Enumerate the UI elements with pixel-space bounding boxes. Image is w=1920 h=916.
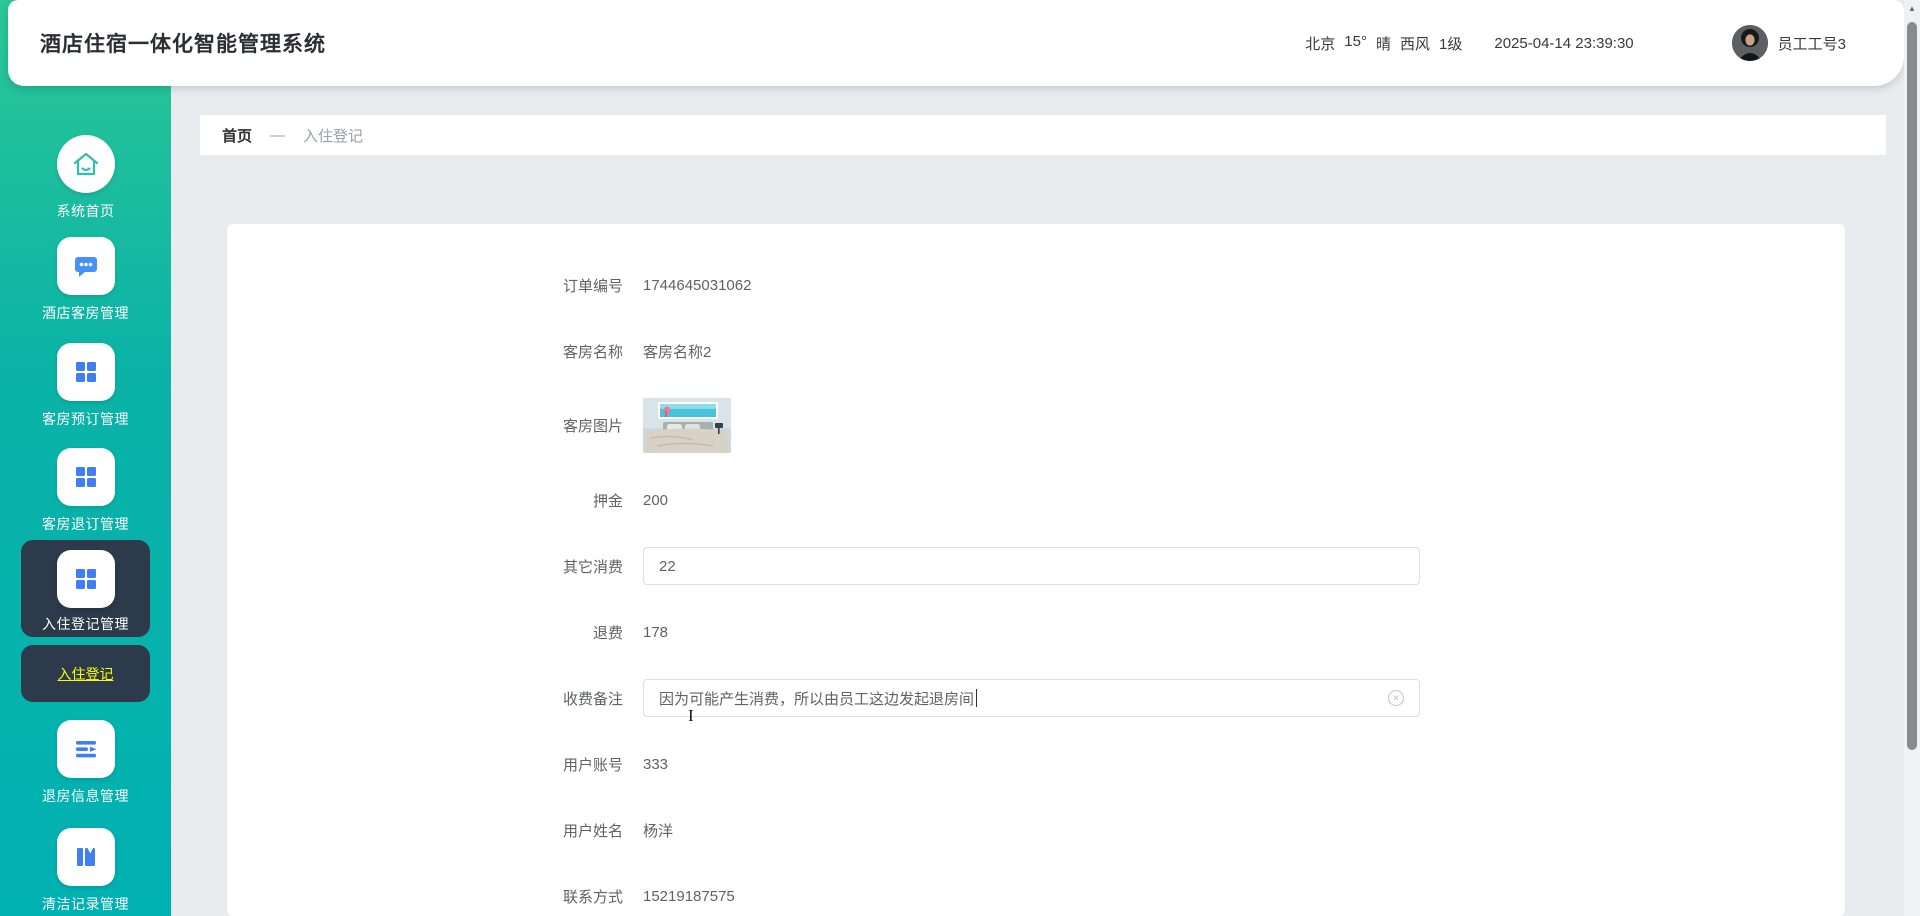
sidebar-item-room-cancellation[interactable]: 客房退订管理 — [0, 448, 171, 534]
form-row-order-number: 订单编号 1744645031062 — [227, 266, 1845, 304]
user-name-value: 杨洋 — [643, 822, 674, 840]
form-row-user-name: 用户姓名 杨洋 — [227, 811, 1845, 849]
grid-icon — [56, 343, 115, 401]
weather-condition: 晴 — [1375, 35, 1391, 53]
sidebar-item-label: 入住登记管理 — [42, 616, 129, 632]
weather-city: 北京 — [1305, 35, 1336, 53]
room-image-thumbnail[interactable] — [643, 398, 731, 453]
sidebar-item-room-booking[interactable]: 客房预订管理 — [0, 343, 171, 429]
field-label: 订单编号 — [562, 277, 623, 295]
field-label: 联系方式 — [562, 888, 623, 906]
form-row-user-account: 用户账号 333 — [227, 745, 1845, 783]
refund-value: 178 — [643, 623, 669, 641]
sidebar-item-label: 客房预订管理 — [42, 411, 129, 427]
field-label: 押金 — [592, 492, 623, 510]
order-number-value: 1744645031062 — [643, 276, 752, 294]
form-row-contact: 联系方式 15219187575 — [227, 877, 1845, 915]
weather-widget: 北京 15° 晴 西风 1级 — [1305, 33, 1462, 54]
breadcrumb-separator: — — [270, 126, 286, 144]
weather-wind: 西风 — [1400, 35, 1431, 53]
sidebar-item-label: 清洁记录管理 — [42, 896, 129, 912]
avatar[interactable] — [1731, 25, 1768, 61]
scrollbar-up-arrow[interactable]: ▲ — [1904, 4, 1920, 13]
grid-icon — [56, 448, 115, 506]
sidebar-submenu-checkin[interactable]: 入住登记 — [21, 645, 150, 702]
submenu-label: 入住登记 — [57, 665, 114, 682]
user-account-value: 333 — [643, 755, 669, 773]
app-title: 酒店住宿一体化智能管理系统 — [40, 33, 326, 56]
weather-wind-level: 1级 — [1439, 35, 1463, 53]
contact-value: 15219187575 — [643, 887, 735, 905]
charge-remark-value: 因为可能产生消费，所以由员工这边发起退房间 — [659, 690, 975, 708]
field-label: 收费备注 — [562, 690, 623, 708]
home-icon — [56, 135, 115, 193]
field-label: 其它消费 — [562, 558, 623, 576]
deposit-value: 200 — [643, 491, 669, 509]
scrollbar-thumb[interactable] — [1907, 22, 1917, 750]
current-datetime: 2025-04-14 23:39:30 — [1494, 34, 1634, 52]
sidebar-item-label: 客房退订管理 — [42, 516, 129, 532]
sidebar-item-room-management[interactable]: 酒店客房管理 — [0, 237, 171, 323]
sidebar-item-system-home[interactable]: 系统首页 — [0, 135, 171, 221]
sidebar-item-label: 退房信息管理 — [42, 788, 129, 804]
other-consumption-input[interactable]: 22 — [643, 547, 1420, 585]
sidebar: 系统首页 酒店客房管理 客房预订管理 客房退订管理 入住登记管理 入住登记 退房… — [0, 0, 171, 916]
user-menu[interactable]: 员工工号3 — [1731, 25, 1846, 61]
checkin-form-card: 订单编号 1744645031062 客房名称 客房名称2 客房图片 押金 20… — [227, 224, 1845, 916]
list-icon — [56, 720, 115, 778]
sidebar-item-checkin-management[interactable]: 入住登记管理 — [21, 540, 150, 637]
clear-input-icon[interactable]: ✕ — [1388, 690, 1404, 706]
app-header: 酒店住宿一体化智能管理系统 北京 15° 晴 西风 1级 2025-04-14 … — [8, 0, 1904, 86]
sidebar-item-checkout-info[interactable]: 退房信息管理 — [0, 720, 171, 806]
text-caret — [976, 689, 978, 707]
field-label: 客房名称 — [562, 343, 623, 361]
weather-temp: 15° — [1344, 32, 1367, 50]
form-row-charge-remark: 收费备注 因为可能产生消费，所以由员工这边发起退房间 ✕ — [227, 679, 1845, 717]
field-label: 用户账号 — [562, 756, 623, 774]
form-row-room-image: 客房图片 — [227, 398, 1845, 453]
book-icon — [56, 828, 115, 886]
breadcrumb-home[interactable]: 首页 — [222, 125, 252, 146]
sidebar-item-cleaning-records[interactable]: 清洁记录管理 — [0, 828, 171, 914]
page-scrollbar[interactable]: ▲ — [1904, 0, 1920, 916]
sidebar-item-label: 系统首页 — [56, 203, 115, 219]
form-row-refund: 退费 178 — [227, 613, 1845, 651]
form-row-other-consumption: 其它消费 22 — [227, 547, 1845, 585]
form-row-room-name: 客房名称 客房名称2 — [227, 332, 1845, 370]
field-label: 用户姓名 — [562, 822, 623, 840]
form-row-deposit: 押金 200 — [227, 481, 1845, 519]
username: 员工工号3 — [1777, 35, 1846, 53]
breadcrumb: 首页 — 入住登记 — [200, 115, 1886, 155]
grid-icon — [56, 550, 115, 608]
room-name-value: 客房名称2 — [643, 343, 712, 361]
chat-icon — [56, 237, 115, 295]
charge-remark-input[interactable]: 因为可能产生消费，所以由员工这边发起退房间 ✕ — [643, 679, 1420, 717]
other-consumption-value: 22 — [659, 557, 676, 575]
breadcrumb-current: 入住登记 — [303, 127, 364, 145]
field-label: 客房图片 — [562, 418, 623, 435]
field-label: 退费 — [592, 624, 623, 642]
sidebar-item-label: 酒店客房管理 — [42, 305, 129, 321]
